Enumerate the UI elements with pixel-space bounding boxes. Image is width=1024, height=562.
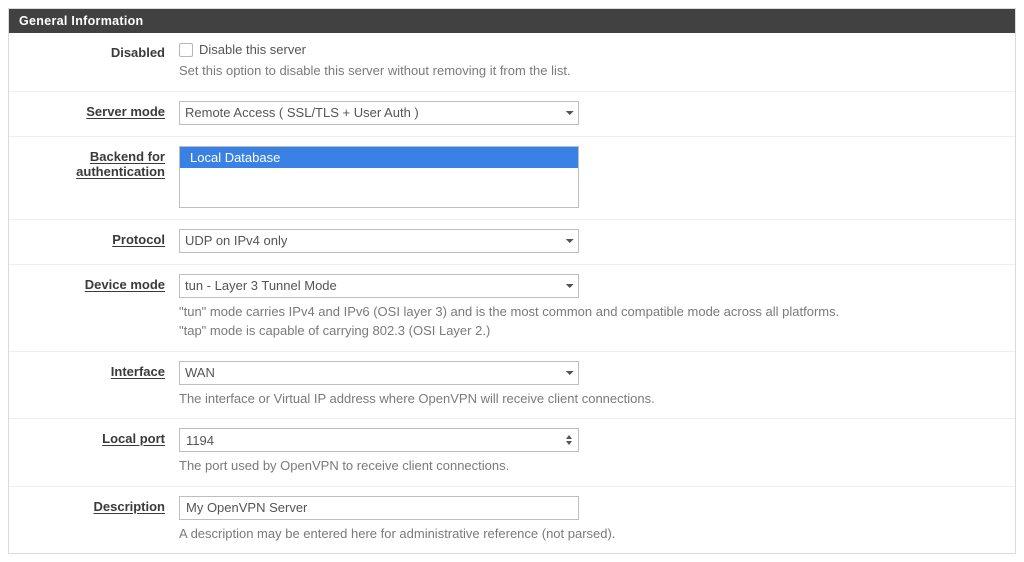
backend-auth-label-line2: authentication [76,164,165,179]
device-mode-help-1: "tun" mode carries IPv4 and IPv6 (OSI la… [179,303,1005,321]
label-cell-protocol: Protocol [19,229,179,247]
backend-auth-listbox[interactable]: Local Database [179,146,579,208]
local-port-label: Local port [102,431,165,446]
description-input[interactable] [179,496,579,520]
control-cell-local-port: The port used by OpenVPN to receive clie… [179,428,1005,475]
interface-label: Interface [111,364,165,379]
server-mode-label: Server mode [86,104,165,119]
disable-server-checkbox-label: Disable this server [199,42,306,57]
disabled-label: Disabled [111,45,165,60]
control-cell-interface: WAN The interface or Virtual IP address … [179,361,1005,408]
label-cell-disabled: Disabled [19,42,179,60]
device-mode-select[interactable]: tun - Layer 3 Tunnel Mode [179,274,579,298]
chevron-down-icon[interactable] [566,441,572,445]
disable-server-checkbox[interactable] [179,43,193,57]
label-cell-server-mode: Server mode [19,101,179,119]
row-local-port: Local port The port used by OpenVPN to r… [9,419,1015,487]
interface-help: The interface or Virtual IP address wher… [179,390,1005,408]
panel-title: General Information [9,9,1015,33]
control-cell-disabled: Disable this server Set this option to d… [179,42,1005,80]
label-cell-device-mode: Device mode [19,274,179,292]
row-device-mode: Device mode tun - Layer 3 Tunnel Mode "t… [9,265,1015,352]
backend-auth-item-local-database[interactable]: Local Database [180,147,578,168]
disabled-help: Set this option to disable this server w… [179,62,1005,80]
row-interface: Interface WAN The interface or Virtual I… [9,352,1015,420]
description-help: A description may be entered here for ad… [179,525,1005,543]
row-protocol: Protocol UDP on IPv4 only [9,220,1015,265]
backend-auth-label-line1: Backend for [90,149,165,164]
row-server-mode: Server mode Remote Access ( SSL/TLS + Us… [9,92,1015,137]
protocol-label: Protocol [112,232,165,247]
label-cell-backend-auth: Backend for authentication [19,146,179,179]
device-mode-label: Device mode [85,277,165,292]
protocol-select[interactable]: UDP on IPv4 only [179,229,579,253]
server-mode-select[interactable]: Remote Access ( SSL/TLS + User Auth ) [179,101,579,125]
row-description: Description A description may be entered… [9,487,1015,554]
control-cell-description: A description may be entered here for ad… [179,496,1005,543]
control-cell-backend-auth: Local Database [179,146,1005,208]
interface-select[interactable]: WAN [179,361,579,385]
local-port-stepper[interactable] [562,430,576,450]
local-port-input[interactable] [179,428,579,452]
chevron-up-icon[interactable] [566,435,572,439]
local-port-help: The port used by OpenVPN to receive clie… [179,457,1005,475]
device-mode-help-2: "tap" mode is capable of carrying 802.3 … [179,322,1005,340]
label-cell-interface: Interface [19,361,179,379]
control-cell-protocol: UDP on IPv4 only [179,229,1005,253]
general-information-panel: General Information Disabled Disable thi… [8,8,1016,554]
row-disabled: Disabled Disable this server Set this op… [9,33,1015,92]
control-cell-device-mode: tun - Layer 3 Tunnel Mode "tun" mode car… [179,274,1005,340]
label-cell-local-port: Local port [19,428,179,446]
control-cell-server-mode: Remote Access ( SSL/TLS + User Auth ) [179,101,1005,125]
description-label: Description [93,499,165,514]
label-cell-description: Description [19,496,179,514]
row-backend-auth: Backend for authentication Local Databas… [9,137,1015,220]
